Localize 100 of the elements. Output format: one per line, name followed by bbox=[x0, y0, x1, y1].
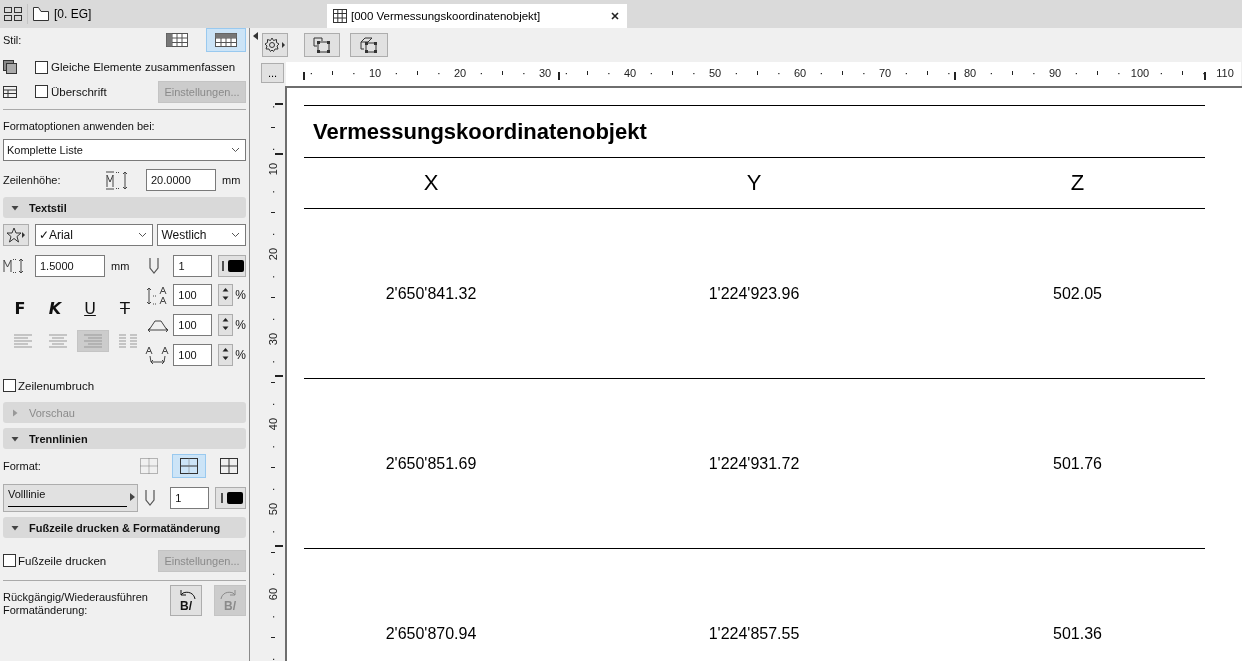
pen-field[interactable]: 1 bbox=[173, 255, 213, 277]
checkbox[interactable] bbox=[3, 379, 16, 392]
color-swatch-icon bbox=[218, 490, 243, 505]
spin-buttons[interactable] bbox=[218, 314, 234, 336]
unit-label: % bbox=[235, 348, 246, 362]
gear-icon bbox=[264, 37, 286, 53]
style-label: Stil: bbox=[3, 34, 22, 46]
ruler-label: 10 bbox=[368, 67, 382, 79]
table-style-icon bbox=[166, 33, 188, 47]
undo-button[interactable]: B/ bbox=[170, 585, 202, 616]
checkbox[interactable] bbox=[35, 60, 48, 74]
table-cell: 2'650'851.69 bbox=[304, 379, 558, 549]
align-left-icon bbox=[12, 333, 34, 349]
pen-icon bbox=[147, 257, 160, 275]
text-size-field[interactable]: 1.5000 bbox=[35, 255, 105, 277]
settings-button[interactable] bbox=[262, 33, 288, 57]
ruler-label: 40 bbox=[623, 67, 637, 79]
row-height-field[interactable]: 20.0000 bbox=[146, 169, 216, 191]
format-label: Format: bbox=[3, 459, 41, 472]
close-icon[interactable] bbox=[611, 12, 619, 20]
favorites-button[interactable] bbox=[3, 224, 29, 246]
unit-label: mm bbox=[111, 260, 131, 272]
ruler-label: 20 bbox=[453, 67, 467, 79]
line-type-button[interactable]: Volllinie bbox=[3, 483, 139, 512]
ruler-label: 60 bbox=[793, 67, 807, 79]
text-format-button[interactable]: U bbox=[77, 297, 103, 319]
schedule-title: Vermessungskoordinatenobjekt bbox=[304, 105, 1205, 158]
section-header[interactable]: Trennlinien bbox=[3, 428, 246, 449]
font-dropdown[interactable]: ✓Arial bbox=[34, 224, 154, 246]
color-button[interactable] bbox=[215, 486, 246, 509]
heading-icon bbox=[3, 85, 17, 98]
collapse-panel-icon[interactable] bbox=[253, 32, 258, 40]
table-cell: 502.05 bbox=[950, 209, 1205, 379]
chevron-icon bbox=[231, 147, 240, 153]
grid-icon[interactable] bbox=[3, 6, 23, 22]
checkbox-label: Zeilenumbruch bbox=[18, 379, 95, 392]
script-dropdown[interactable]: Westlich bbox=[157, 224, 246, 246]
folder-icon[interactable] bbox=[32, 6, 50, 22]
separator-horizontal-icon bbox=[180, 457, 198, 474]
ruler-label: 110 bbox=[1216, 67, 1234, 79]
table-cell: 2'650'841.32 bbox=[304, 209, 558, 379]
ruler-label: 50 bbox=[267, 502, 279, 516]
ruler-options-button[interactable]: ... bbox=[261, 63, 284, 83]
separator-none-icon bbox=[140, 457, 158, 474]
apply-dropdown[interactable]: Komplette Liste bbox=[3, 139, 246, 161]
ruler-label: 60 bbox=[267, 587, 279, 601]
table-icon bbox=[333, 9, 347, 23]
checkbox-label: Überschrift bbox=[51, 85, 107, 98]
section-header[interactable]: Textstil bbox=[3, 197, 246, 218]
align-center-icon bbox=[47, 333, 69, 349]
text-format-button[interactable]: F bbox=[7, 297, 33, 319]
undo-label: Rückgängig/Wiederausführen Formatänderung: bbox=[3, 591, 149, 617]
toolbar-button[interactable] bbox=[350, 33, 388, 57]
column-header: X bbox=[304, 158, 558, 209]
table-cell: 501.36 bbox=[950, 549, 1205, 661]
checkbox[interactable] bbox=[35, 85, 48, 98]
merge-icon bbox=[3, 60, 17, 74]
table-style-icon bbox=[215, 33, 237, 47]
pen-field[interactable]: 1 bbox=[170, 486, 210, 509]
align-justify-icon bbox=[117, 333, 139, 349]
ruler-label: 40 bbox=[267, 417, 279, 431]
checkbox-label: Fußzeile drucken bbox=[18, 554, 107, 567]
ruler-label: 80 bbox=[963, 67, 977, 79]
table-cell: 1'224'931.72 bbox=[558, 379, 950, 549]
color-button[interactable] bbox=[218, 255, 246, 277]
ruler-label: 10 bbox=[267, 162, 279, 176]
ruler-label: 30 bbox=[538, 67, 552, 79]
checkbox-label: Gleiche Elemente zusammenfassen bbox=[51, 61, 236, 73]
star-icon bbox=[5, 227, 26, 243]
checkbox[interactable] bbox=[3, 554, 16, 567]
row-height-label: Zeilenhöhe: bbox=[3, 174, 62, 186]
table-cell: 1'224'857.55 bbox=[558, 549, 950, 661]
table-style-button[interactable] bbox=[206, 28, 246, 52]
select-frame-icon bbox=[313, 37, 331, 53]
ruler-label: 90 bbox=[1048, 67, 1062, 79]
text-format-button[interactable]: T bbox=[112, 297, 138, 319]
pen-icon bbox=[144, 488, 157, 507]
apply-label: Formatoptionen anwenden bei: bbox=[3, 120, 155, 132]
separator-format-button[interactable] bbox=[172, 453, 206, 478]
spacing-field[interactable]: 100 bbox=[173, 344, 213, 366]
separator-all-icon bbox=[220, 457, 238, 474]
ruler-label: 100 bbox=[1130, 67, 1150, 79]
chevron-icon bbox=[138, 232, 148, 238]
table-cell: 2'650'870.94 bbox=[304, 549, 558, 661]
spacing-field[interactable]: 100 bbox=[173, 314, 213, 336]
toolbar-button[interactable] bbox=[304, 33, 340, 57]
document-tab[interactable]: [000 Vermessungskoordinatenobjekt] bbox=[327, 4, 627, 28]
section-header[interactable]: Fußzeile drucken & Formatänderung bbox=[3, 517, 246, 538]
ruler-label: 50 bbox=[708, 67, 722, 79]
ruler-label: 70 bbox=[878, 67, 892, 79]
spin-buttons[interactable] bbox=[218, 284, 234, 306]
align-right-icon bbox=[82, 333, 104, 349]
caret-icon bbox=[11, 408, 19, 417]
spacing-field[interactable]: 100 bbox=[173, 284, 213, 306]
floor-label: [0. EG] bbox=[54, 7, 92, 21]
text-format-button[interactable]: K bbox=[42, 297, 68, 319]
spin-buttons[interactable] bbox=[218, 344, 234, 366]
table-cell: 1'224'923.96 bbox=[558, 209, 950, 379]
unit-label: % bbox=[235, 288, 246, 302]
unit-label: % bbox=[235, 318, 246, 332]
